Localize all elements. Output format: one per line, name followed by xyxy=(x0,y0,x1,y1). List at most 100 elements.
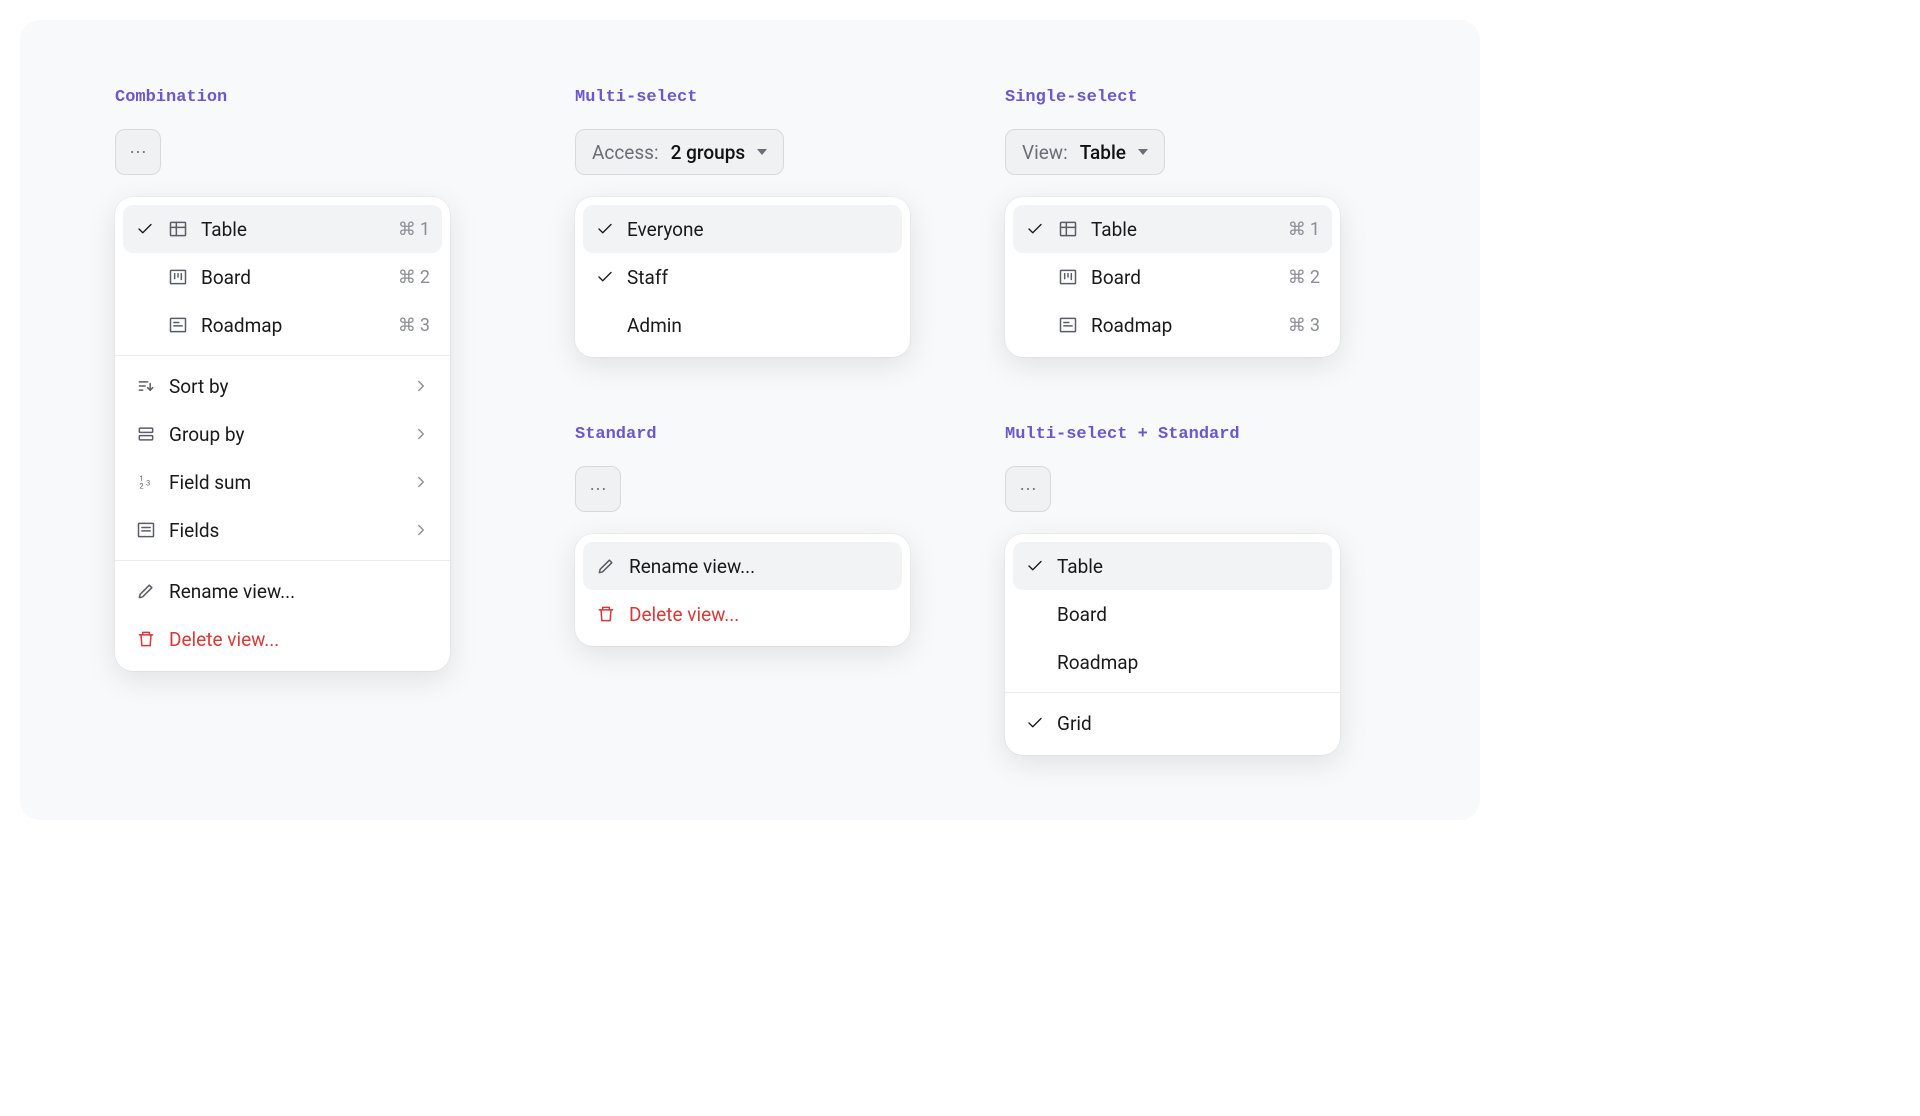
roadmap-icon xyxy=(168,315,188,335)
more-button[interactable] xyxy=(1005,466,1051,512)
shortcut: ⌘2 xyxy=(398,267,430,288)
menu-item-everyone[interactable]: Everyone xyxy=(583,205,902,253)
divider xyxy=(1005,692,1340,693)
group-icon xyxy=(136,424,156,444)
shortcut: ⌘1 xyxy=(1288,219,1320,240)
menu-item-groupby[interactable]: Group by xyxy=(123,410,442,458)
menu-item-delete[interactable]: Delete view... xyxy=(123,615,442,663)
menu-label: Admin xyxy=(627,314,890,337)
ellipsis-icon xyxy=(128,142,148,162)
more-button[interactable] xyxy=(575,466,621,512)
ellipsis-icon xyxy=(588,479,608,499)
menu-label: Fields xyxy=(169,519,400,542)
pill-prefix: Access: xyxy=(592,141,659,164)
section-label-multiselect: Multi-select xyxy=(575,88,910,107)
menu-label: Sort by xyxy=(169,375,400,398)
board-icon xyxy=(168,267,188,287)
menu-item-admin[interactable]: Admin xyxy=(583,301,902,349)
menu-label: Field sum xyxy=(169,471,400,494)
menu-item-sortby[interactable]: Sort by xyxy=(123,362,442,410)
table-icon xyxy=(1058,219,1078,239)
board-icon xyxy=(1058,267,1078,287)
pencil-icon xyxy=(136,581,156,601)
ms-standard-menu: Table Board Roadmap Grid xyxy=(1005,534,1340,755)
check-icon xyxy=(596,268,614,286)
check-icon xyxy=(1026,220,1044,238)
menu-label: Group by xyxy=(169,423,400,446)
divider xyxy=(115,560,450,561)
menu-label: Table xyxy=(1091,218,1276,241)
pill-prefix: View: xyxy=(1022,141,1068,164)
table-icon xyxy=(168,219,188,239)
chevron-right-icon xyxy=(412,377,430,395)
menu-item-rename[interactable]: Rename view... xyxy=(123,567,442,615)
section-label-standard: Standard xyxy=(575,425,910,444)
check-icon xyxy=(1026,557,1044,575)
combination-menu: Table ⌘1 Board ⌘2 Roadmap ⌘3 Sort by xyxy=(115,197,450,671)
fieldsum-icon: 123 xyxy=(136,472,156,492)
shortcut: ⌘2 xyxy=(1288,267,1320,288)
menu-label: Delete view... xyxy=(169,628,430,651)
menu-label: Table xyxy=(201,218,386,241)
check-icon xyxy=(1026,714,1044,732)
pencil-icon xyxy=(596,556,616,576)
trash-icon xyxy=(596,604,616,624)
check-icon xyxy=(596,220,614,238)
section-label-singleselect: Single-select xyxy=(1005,88,1340,107)
section-label-ms-standard: Multi-select + Standard xyxy=(1005,425,1340,444)
sort-icon xyxy=(136,376,156,396)
chevron-right-icon xyxy=(412,473,430,491)
fields-icon xyxy=(136,520,156,540)
divider xyxy=(115,355,450,356)
menu-label: Roadmap xyxy=(1057,651,1320,674)
check-icon xyxy=(136,220,154,238)
menu-item-roadmap[interactable]: Roadmap ⌘3 xyxy=(123,301,442,349)
menu-label: Board xyxy=(201,266,386,289)
chevron-right-icon xyxy=(412,521,430,539)
svg-text:2: 2 xyxy=(139,482,143,491)
svg-text:3: 3 xyxy=(146,478,150,487)
menu-label: Rename view... xyxy=(169,580,430,603)
caret-down-icon xyxy=(757,149,767,155)
pill-value: Table xyxy=(1080,141,1126,164)
caret-down-icon xyxy=(1138,149,1148,155)
menu-label: Grid xyxy=(1057,712,1320,735)
trash-icon xyxy=(136,629,156,649)
menu-item-fields[interactable]: Fields xyxy=(123,506,442,554)
shortcut: ⌘3 xyxy=(398,315,430,336)
menu-label: Rename view... xyxy=(629,555,890,578)
menu-item-rename[interactable]: Rename view... xyxy=(583,542,902,590)
menu-label: Staff xyxy=(627,266,890,289)
menu-label: Board xyxy=(1091,266,1276,289)
ellipsis-icon xyxy=(1018,479,1038,499)
menu-item-staff[interactable]: Staff xyxy=(583,253,902,301)
chevron-right-icon xyxy=(412,425,430,443)
roadmap-icon xyxy=(1058,315,1078,335)
menu-label: Roadmap xyxy=(1091,314,1276,337)
multiselect-menu: Everyone Staff Admin xyxy=(575,197,910,357)
menu-item-grid[interactable]: Grid xyxy=(1013,699,1332,747)
menu-label: Delete view... xyxy=(629,603,890,626)
view-button[interactable]: View: Table xyxy=(1005,129,1165,175)
menu-item-roadmap[interactable]: Roadmap ⌘3 xyxy=(1013,301,1332,349)
menu-label: Everyone xyxy=(627,218,890,241)
more-button[interactable] xyxy=(115,129,161,175)
menu-item-delete[interactable]: Delete view... xyxy=(583,590,902,638)
standard-menu: Rename view... Delete view... xyxy=(575,534,910,646)
menu-item-board[interactable]: Board ⌘2 xyxy=(123,253,442,301)
menu-item-roadmap[interactable]: Roadmap xyxy=(1013,638,1332,686)
menu-item-table[interactable]: Table xyxy=(1013,542,1332,590)
access-button[interactable]: Access: 2 groups xyxy=(575,129,784,175)
section-label-combination: Combination xyxy=(115,88,450,107)
pill-value: 2 groups xyxy=(671,141,746,164)
menu-item-board[interactable]: Board xyxy=(1013,590,1332,638)
menu-item-table[interactable]: Table ⌘1 xyxy=(1013,205,1332,253)
menu-item-fieldsum[interactable]: 123 Field sum xyxy=(123,458,442,506)
menu-item-board[interactable]: Board ⌘2 xyxy=(1013,253,1332,301)
menu-label: Board xyxy=(1057,603,1320,626)
shortcut: ⌘1 xyxy=(398,219,430,240)
shortcut: ⌘3 xyxy=(1288,315,1320,336)
menu-label: Table xyxy=(1057,555,1320,578)
singleselect-menu: Table ⌘1 Board ⌘2 Roadmap ⌘3 xyxy=(1005,197,1340,357)
menu-item-table[interactable]: Table ⌘1 xyxy=(123,205,442,253)
